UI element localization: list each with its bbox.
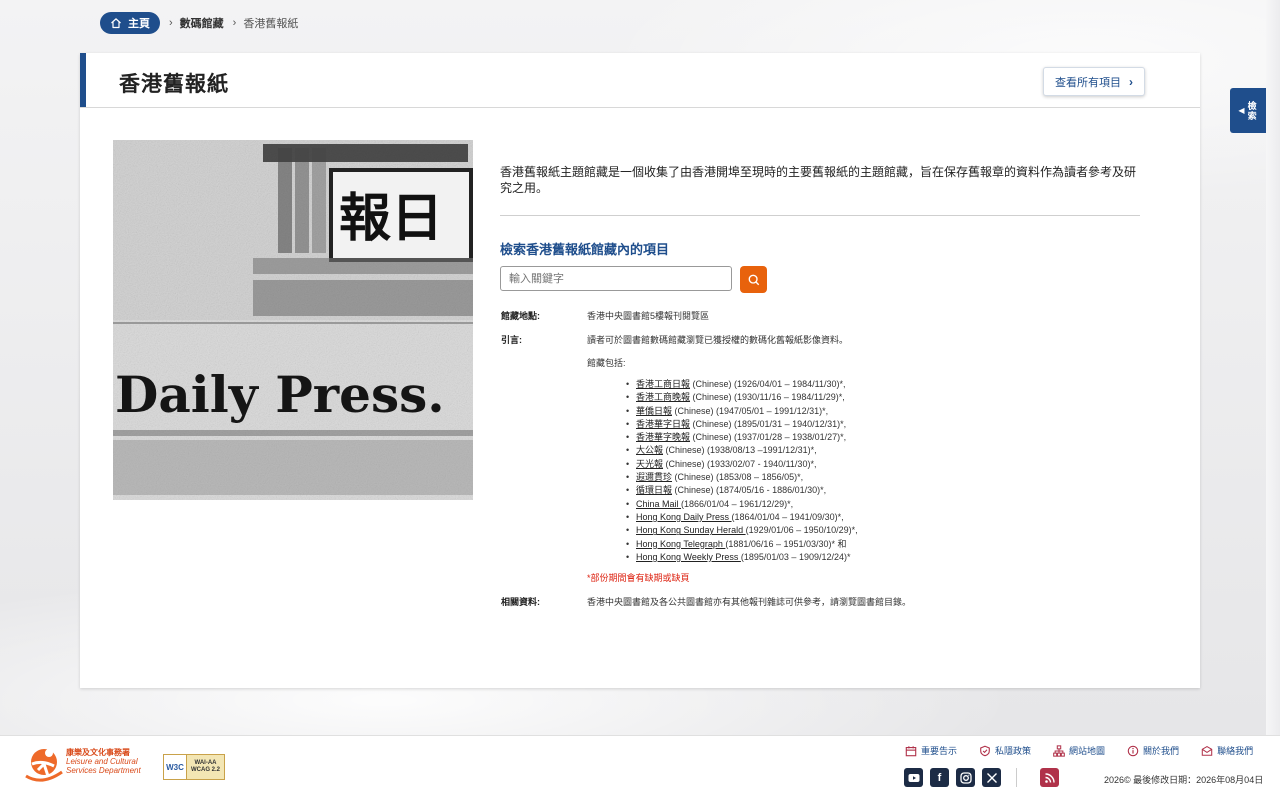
list-item: 大公報 (Chinese) (1938/08/13 –1991/12/31)*, bbox=[626, 444, 858, 457]
calendar-icon bbox=[905, 745, 917, 756]
collection-link[interactable]: 循環日報 bbox=[636, 485, 672, 495]
instagram-icon[interactable] bbox=[956, 768, 975, 787]
side-search-tab[interactable]: ◀ 檢索 bbox=[1230, 88, 1266, 133]
collection-link[interactable]: 大公報 bbox=[636, 445, 663, 455]
info-icon bbox=[1127, 745, 1139, 756]
masthead-bottom-text: Daily Press. bbox=[115, 365, 445, 424]
footer-links: 重要告示 私隱政策 網站地圖 關於我們 聯絡我們 bbox=[905, 744, 1253, 757]
w3c-logo: W3C bbox=[164, 755, 187, 779]
list-item: Hong Kong Weekly Press (1895/01/03 – 190… bbox=[626, 551, 858, 564]
collection-link[interactable]: 香港華字日報 bbox=[636, 419, 690, 429]
chevron-right-icon: › bbox=[232, 17, 237, 29]
location-label: 館藏地點: bbox=[501, 311, 540, 321]
right-scroll-strip bbox=[1266, 0, 1280, 735]
rss-icon[interactable] bbox=[1040, 768, 1059, 787]
footer-link-about[interactable]: 關於我們 bbox=[1127, 744, 1179, 757]
masthead-top-text: 報日 bbox=[339, 188, 443, 249]
search-heading: 檢索香港舊報紙館藏內的項目 bbox=[500, 242, 670, 257]
footer-link-sitemap[interactable]: 網站地圖 bbox=[1053, 744, 1105, 757]
side-tab-label: 檢索 bbox=[1247, 100, 1257, 121]
guide-value: 讀者可於圖書館數碼館藏瀏覽已獲授權的數碼化舊報紙影像資料。 bbox=[587, 335, 849, 345]
collection-link[interactable]: Hong Kong Daily Press bbox=[636, 512, 732, 522]
gap-note: *部份期間會有缺期或缺頁 bbox=[587, 573, 690, 583]
breadcrumb-home-label: 主頁 bbox=[128, 18, 150, 30]
youtube-icon[interactable] bbox=[904, 768, 923, 787]
view-all-button[interactable]: 查看所有項目 › bbox=[1043, 67, 1145, 96]
facebook-icon[interactable]: f bbox=[930, 768, 949, 787]
search-input[interactable] bbox=[500, 266, 732, 291]
list-item: 天光報 (Chinese) (1933/02/07 - 1940/11/30)*… bbox=[626, 458, 858, 471]
list-item: 香港工商日報 (Chinese) (1926/04/01 – 1984/11/3… bbox=[626, 378, 858, 391]
collection-link[interactable]: 華僑日報 bbox=[636, 406, 672, 416]
list-item: 香港工商晚報 (Chinese) (1930/11/16 – 1984/11/2… bbox=[626, 391, 858, 404]
chevron-right-icon: › bbox=[1129, 74, 1133, 89]
footer-link-contact[interactable]: 聯絡我們 bbox=[1201, 744, 1253, 757]
list-item: 香港華字晚報 (Chinese) (1937/01/28 – 1938/01/2… bbox=[626, 431, 858, 444]
collection-link[interactable]: 遐邇貫珍 bbox=[636, 472, 672, 482]
chevron-right-icon: › bbox=[169, 17, 173, 29]
intro-text: 香港舊報紙主題館藏是一個收集了由香港開埠至現時的主要舊報紙的主題館藏，旨在保存舊… bbox=[500, 165, 1137, 195]
footer: 康樂及文化事務署 Leisure and Cultural Services D… bbox=[0, 735, 1280, 799]
footer-link-notice[interactable]: 重要告示 bbox=[905, 744, 957, 757]
lcsd-emblem-icon bbox=[25, 749, 63, 782]
collection-link[interactable]: 香港工商晚報 bbox=[636, 392, 690, 402]
content-card: 香港舊報紙 查看所有項目 › 報日 Daily Press. 香港舊報紙主題館藏… bbox=[80, 53, 1200, 688]
lcsd-logo-text: 康樂及文化事務署 Leisure and Cultural Services D… bbox=[66, 748, 141, 775]
social-divider bbox=[1016, 768, 1017, 787]
breadcrumb-home[interactable]: 主頁 bbox=[100, 12, 160, 34]
collection-link[interactable]: China Mail bbox=[636, 499, 681, 509]
copyright-text: 2026© 最後修改日期：2026年08月04日 bbox=[1104, 775, 1264, 785]
home-icon bbox=[111, 18, 121, 29]
breadcrumb: 主頁 › 數碼館藏 › 香港舊報紙 bbox=[100, 12, 298, 34]
breadcrumb-current: 香港舊報紙 bbox=[243, 18, 299, 30]
shield-icon bbox=[980, 745, 990, 756]
mail-icon bbox=[1201, 745, 1213, 756]
x-icon[interactable] bbox=[982, 768, 1001, 787]
view-all-label: 查看所有項目 bbox=[1055, 76, 1121, 89]
list-item: 遐邇貫珍 (Chinese) (1853/08 – 1856/05)*, bbox=[626, 471, 858, 484]
related-label: 相關資料: bbox=[501, 597, 540, 607]
list-item: Hong Kong Sunday Herald (1929/01/06 – 19… bbox=[626, 524, 858, 537]
newspaper-collage-image: 報日 Daily Press. bbox=[113, 140, 473, 500]
search-button[interactable] bbox=[740, 266, 767, 293]
wcag-badge[interactable]: W3C WAI-AA WCAG 2.2 bbox=[163, 754, 225, 780]
wcag-level: WAI-AA WCAG 2.2 bbox=[187, 755, 224, 779]
collection-list: 香港工商日報 (Chinese) (1926/04/01 – 1984/11/3… bbox=[626, 378, 858, 564]
list-item: 香港華字日報 (Chinese) (1895/01/31 – 1940/12/3… bbox=[626, 418, 858, 431]
footer-link-privacy[interactable]: 私隱政策 bbox=[979, 744, 1031, 757]
sitemap-icon bbox=[1053, 744, 1065, 757]
search-icon bbox=[748, 274, 759, 285]
list-item: 循環日報 (Chinese) (1874/05/16 - 1886/01/30)… bbox=[626, 484, 858, 497]
guide-label: 引言: bbox=[501, 335, 522, 345]
collection-link[interactable]: Hong Kong Sunday Herald bbox=[636, 525, 746, 535]
breadcrumb-section[interactable]: 數碼館藏 bbox=[180, 15, 224, 31]
collection-link[interactable]: 香港華字晚報 bbox=[636, 432, 690, 442]
location-value: 香港中央圖書館5樓報刊閱覽區 bbox=[587, 311, 710, 321]
list-item: Hong Kong Daily Press (1864/01/04 – 1941… bbox=[626, 511, 858, 524]
divider bbox=[500, 215, 1140, 216]
list-item: Hong Kong Telegraph (1881/06/16 – 1951/0… bbox=[626, 538, 858, 551]
collection-link[interactable]: Hong Kong Weekly Press bbox=[636, 552, 741, 562]
related-value: 香港中央圖書館及各公共圖書館亦有其他報刊雜誌可供參考，請瀏覽圖書館目錄。 bbox=[587, 597, 912, 607]
card-header: 香港舊報紙 查看所有項目 › bbox=[80, 53, 1200, 108]
caret-left-icon: ◀ bbox=[1238, 106, 1245, 115]
collection-link[interactable]: 天光報 bbox=[636, 459, 663, 469]
list-item: China Mail (1866/01/04 – 1961/12/29)*, bbox=[626, 498, 858, 511]
page-title: 香港舊報紙 bbox=[119, 73, 229, 96]
list-item: 華僑日報 (Chinese) (1947/05/01 – 1991/12/31)… bbox=[626, 405, 858, 418]
collection-link[interactable]: Hong Kong Telegraph bbox=[636, 539, 725, 549]
includes-label: 館藏包括: bbox=[587, 358, 626, 368]
social-links: f bbox=[904, 768, 1059, 787]
title-accent-bar bbox=[80, 53, 86, 107]
collection-link[interactable]: 香港工商日報 bbox=[636, 379, 690, 389]
